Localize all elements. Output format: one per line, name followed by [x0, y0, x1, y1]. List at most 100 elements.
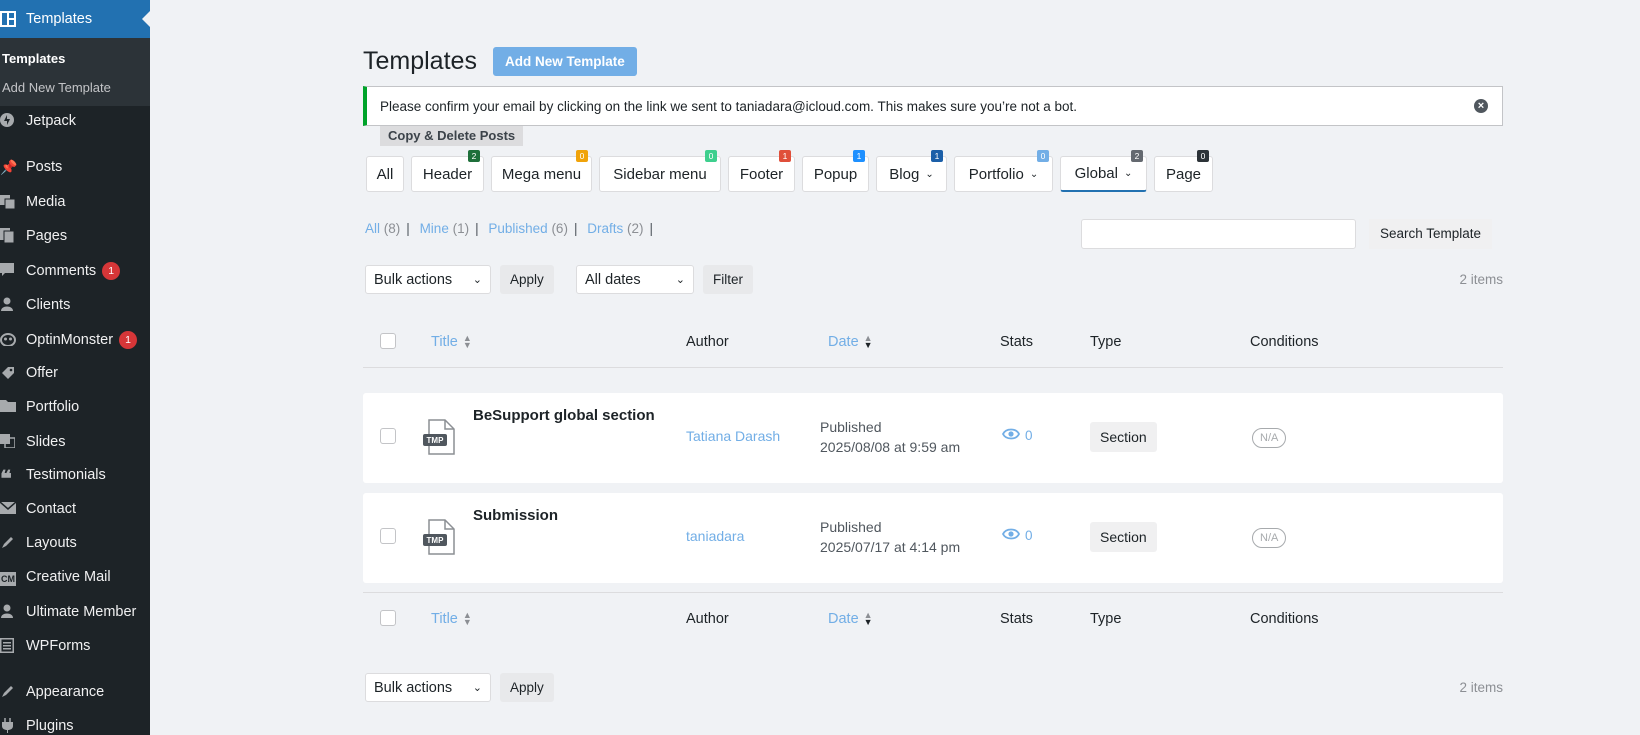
tab-global[interactable]: Global ⌄ 2: [1060, 150, 1147, 192]
row-date: Published 2025/07/17 at 4:14 pm: [820, 517, 960, 557]
tab-blog[interactable]: Blog ⌄ 1: [876, 150, 947, 192]
view-published[interactable]: Published (6): [488, 221, 568, 236]
plugin-icon: [0, 718, 18, 734]
stats-value: 0: [1025, 428, 1033, 443]
select-all-checkbox[interactable]: [380, 610, 396, 626]
tab-sidebar-menu[interactable]: Sidebar menu 0: [599, 150, 721, 192]
tab-count-badge: 0: [576, 150, 588, 162]
sidebar-item-templates[interactable]: Templates: [0, 0, 150, 38]
tab-portfolio[interactable]: Portfolio ⌄ 0: [954, 150, 1053, 192]
search-input[interactable]: [1081, 219, 1356, 249]
tab-label: Mega menu: [501, 165, 582, 183]
column-label: Date: [828, 611, 859, 627]
sidebar-item-layouts[interactable]: Layouts: [0, 528, 150, 558]
sidebar-item-wpforms[interactable]: WPForms: [0, 631, 150, 661]
view-drafts[interactable]: Drafts (2): [587, 221, 643, 236]
sidebar-item-label: Plugins: [26, 718, 74, 734]
sidebar-item-pages[interactable]: Pages: [0, 221, 150, 251]
search-template-button[interactable]: Search Template: [1369, 219, 1493, 249]
tab-count-badge: 1: [931, 150, 943, 162]
filter-button[interactable]: Filter: [703, 265, 753, 294]
bulk-apply-button-bottom[interactable]: Apply: [500, 673, 554, 702]
sidebar-item-testimonials[interactable]: ❝ Testimonials: [0, 460, 150, 491]
column-title[interactable]: Title ▲ ▼: [431, 316, 472, 368]
date-filter-select[interactable]: All dates ⌄: [576, 265, 694, 294]
sidebar-item-offer[interactable]: Offer: [0, 358, 150, 388]
column-label: Stats: [1000, 334, 1034, 350]
pages-icon: [0, 228, 18, 244]
row-date-value: 2025/07/17 at 4:14 pm: [820, 539, 961, 555]
tab-label: Popup: [813, 165, 858, 183]
row-checkbox[interactable]: [380, 428, 396, 444]
column-conditions: Conditions: [1250, 593, 1319, 645]
add-new-template-button[interactable]: Add New Template: [493, 47, 637, 76]
close-icon[interactable]: ×: [1474, 99, 1488, 113]
sidebar-item-comments[interactable]: Comments 1: [0, 256, 150, 286]
sidebar-item-optinmonster[interactable]: OptinMonster 1: [0, 325, 150, 355]
row-author-link[interactable]: taniadara: [686, 528, 744, 544]
row-stats[interactable]: 0: [1001, 428, 1033, 443]
bulk-actions-select-bottom[interactable]: Bulk actions ⌄: [365, 673, 491, 702]
view-label: Published: [488, 221, 548, 236]
cm-icon-text: CM: [0, 572, 16, 586]
tab-mega-menu[interactable]: Mega menu 0: [491, 150, 592, 192]
bulk-apply-button[interactable]: Apply: [500, 265, 554, 294]
view-label: Mine: [419, 221, 449, 236]
eye-icon: [1001, 528, 1021, 543]
sidebar-item-ultimate-member[interactable]: Ultimate Member: [0, 597, 150, 627]
quote-icon: ❝: [0, 466, 12, 491]
chevron-down-icon: ⌄: [472, 682, 482, 694]
row-stats[interactable]: 0: [1001, 528, 1033, 543]
sidebar-item-plugins[interactable]: Plugins: [0, 711, 150, 735]
column-label: Stats: [1000, 611, 1034, 627]
view-count: (2): [627, 221, 644, 236]
sidebar-item-contact[interactable]: Contact: [0, 494, 150, 524]
tab-header[interactable]: Header 2: [411, 150, 484, 192]
row-author-link[interactable]: Tatiana Darash: [686, 428, 780, 444]
tab-all[interactable]: All: [366, 156, 404, 192]
sidebar-item-label: Appearance: [26, 684, 105, 700]
sidebar-item-appearance[interactable]: Appearance: [0, 677, 150, 707]
folder-icon: [0, 399, 18, 415]
slides-icon: [0, 434, 18, 450]
email-confirm-notice: Please confirm your email by clicking on…: [363, 86, 1503, 126]
sidebar-item-portfolio[interactable]: Portfolio: [0, 392, 150, 422]
row-title-link[interactable]: Submission: [473, 507, 558, 524]
row-title-link[interactable]: BeSupport global section: [473, 407, 655, 424]
tab-label: Portfolio: [968, 165, 1024, 183]
column-label: Type: [1090, 611, 1122, 627]
column-label: Author: [686, 334, 729, 350]
stats-value: 0: [1025, 528, 1033, 543]
row-checkbox[interactable]: [380, 528, 396, 544]
copy-delete-posts-button[interactable]: Copy & Delete Posts: [380, 126, 524, 146]
column-date[interactable]: Date ▲ ▼: [828, 593, 873, 645]
bulk-actions-select[interactable]: Bulk actions ⌄: [365, 265, 491, 294]
column-date[interactable]: Date ▲ ▼: [828, 316, 873, 368]
submenu-item-templates[interactable]: Templates: [0, 44, 150, 73]
tag-icon: [0, 365, 18, 381]
tab-page[interactable]: Page 0: [1154, 150, 1213, 192]
media-icon: [0, 194, 18, 210]
column-type: Type: [1090, 316, 1121, 368]
row-status: Published: [820, 519, 882, 535]
tab-footer[interactable]: Footer 1: [728, 150, 795, 192]
select-all-checkbox[interactable]: [380, 333, 396, 349]
sidebar-item-creative-mail[interactable]: CM Creative Mail: [0, 562, 150, 592]
column-label: Conditions: [1250, 334, 1319, 350]
sidebar-item-jetpack[interactable]: Jetpack: [0, 106, 150, 136]
tab-popup[interactable]: Popup 1: [802, 150, 869, 192]
submenu-item-add-new-template[interactable]: Add New Template: [0, 73, 150, 102]
column-author: Author: [686, 316, 729, 368]
eye-icon: [1001, 428, 1021, 443]
sidebar-item-posts[interactable]: 📌 Posts: [0, 152, 150, 182]
view-all[interactable]: All (8): [365, 221, 400, 236]
view-mine[interactable]: Mine (1): [420, 221, 470, 236]
sidebar-item-label: Pages: [26, 228, 68, 244]
sidebar-item-slides[interactable]: Slides: [0, 427, 150, 457]
column-conditions: Conditions: [1250, 316, 1319, 368]
column-label: Title: [431, 611, 458, 627]
sidebar-item-clients[interactable]: Clients: [0, 290, 150, 320]
view-count: (8): [383, 221, 401, 236]
column-title[interactable]: Title ▲ ▼: [431, 593, 472, 645]
sidebar-item-media[interactable]: Media: [0, 187, 150, 217]
